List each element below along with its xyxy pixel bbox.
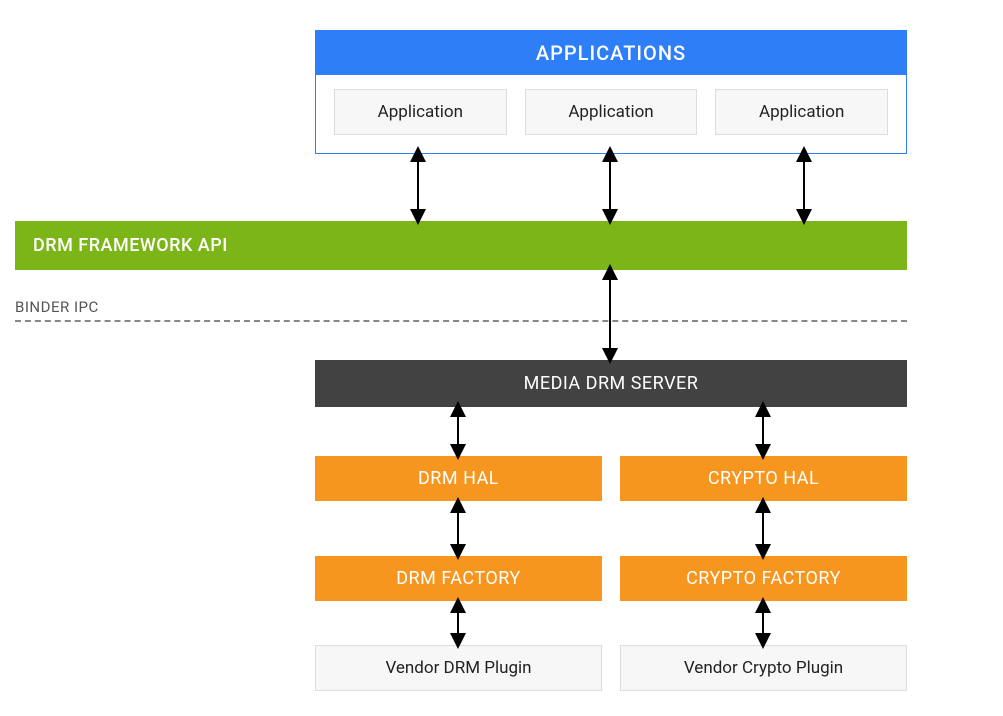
binder-ipc-line <box>15 320 907 322</box>
crypto-factory-box: CRYPTO FACTORY <box>620 556 907 601</box>
media-drm-server-bar: MEDIA DRM SERVER <box>315 360 907 407</box>
drm-framework-api-bar: DRM FRAMEWORK API <box>15 221 907 270</box>
application-box: Application <box>715 89 888 135</box>
applications-header: APPLICATIONS <box>316 31 906 75</box>
applications-container: APPLICATIONS Application Application App… <box>315 30 907 154</box>
vendor-crypto-plugin-box: Vendor Crypto Plugin <box>620 645 907 691</box>
application-box: Application <box>525 89 698 135</box>
crypto-hal-box: CRYPTO HAL <box>620 456 907 501</box>
application-box: Application <box>334 89 507 135</box>
binder-ipc-label: BINDER IPC <box>15 298 99 316</box>
drm-hal-box: DRM HAL <box>315 456 602 501</box>
applications-row: Application Application Application <box>316 75 906 153</box>
drm-factory-box: DRM FACTORY <box>315 556 602 601</box>
vendor-drm-plugin-box: Vendor DRM Plugin <box>315 645 602 691</box>
